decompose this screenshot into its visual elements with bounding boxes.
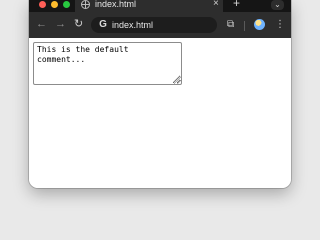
google-icon: G [99,19,107,30]
tab-index-html[interactable]: index.html × [75,0,223,12]
tab-title: index.html [95,0,137,9]
chevron-down-icon[interactable]: ⌄ [271,0,284,10]
reload-icon[interactable]: ↻ [74,18,83,31]
address-bar[interactable]: G index.html [91,17,217,33]
arrow-right-icon[interactable]: → [55,18,66,31]
toolbar-separator [244,21,245,31]
browser-toolbar: ← → ↻ G index.html ⧉ ⋮ [29,12,291,38]
kebab-menu-icon[interactable]: ⋮ [275,17,285,33]
close-window-button[interactable] [39,1,46,8]
browser-window: index.html × + ⌄ ← → ↻ G index.html ⧉ ⋮ [29,0,291,188]
comment-textarea[interactable] [33,42,182,85]
globe-icon [81,0,90,9]
desktop-background: index.html × + ⌄ ← → ↻ G index.html ⧉ ⋮ [0,0,320,200]
puzzle-icon[interactable]: ⧉ [227,17,234,33]
tab-strip: index.html × + ⌄ [29,0,291,12]
page-content [29,38,291,188]
avatar-icon[interactable] [254,19,265,30]
url-text[interactable]: index.html [112,19,153,31]
minimize-window-button[interactable] [51,1,58,8]
resize-handle[interactable] [174,77,181,84]
close-icon[interactable]: × [213,0,219,10]
plus-icon[interactable]: + [233,0,240,9]
maximize-window-button[interactable] [63,1,70,8]
arrow-left-icon[interactable]: ← [36,18,47,31]
